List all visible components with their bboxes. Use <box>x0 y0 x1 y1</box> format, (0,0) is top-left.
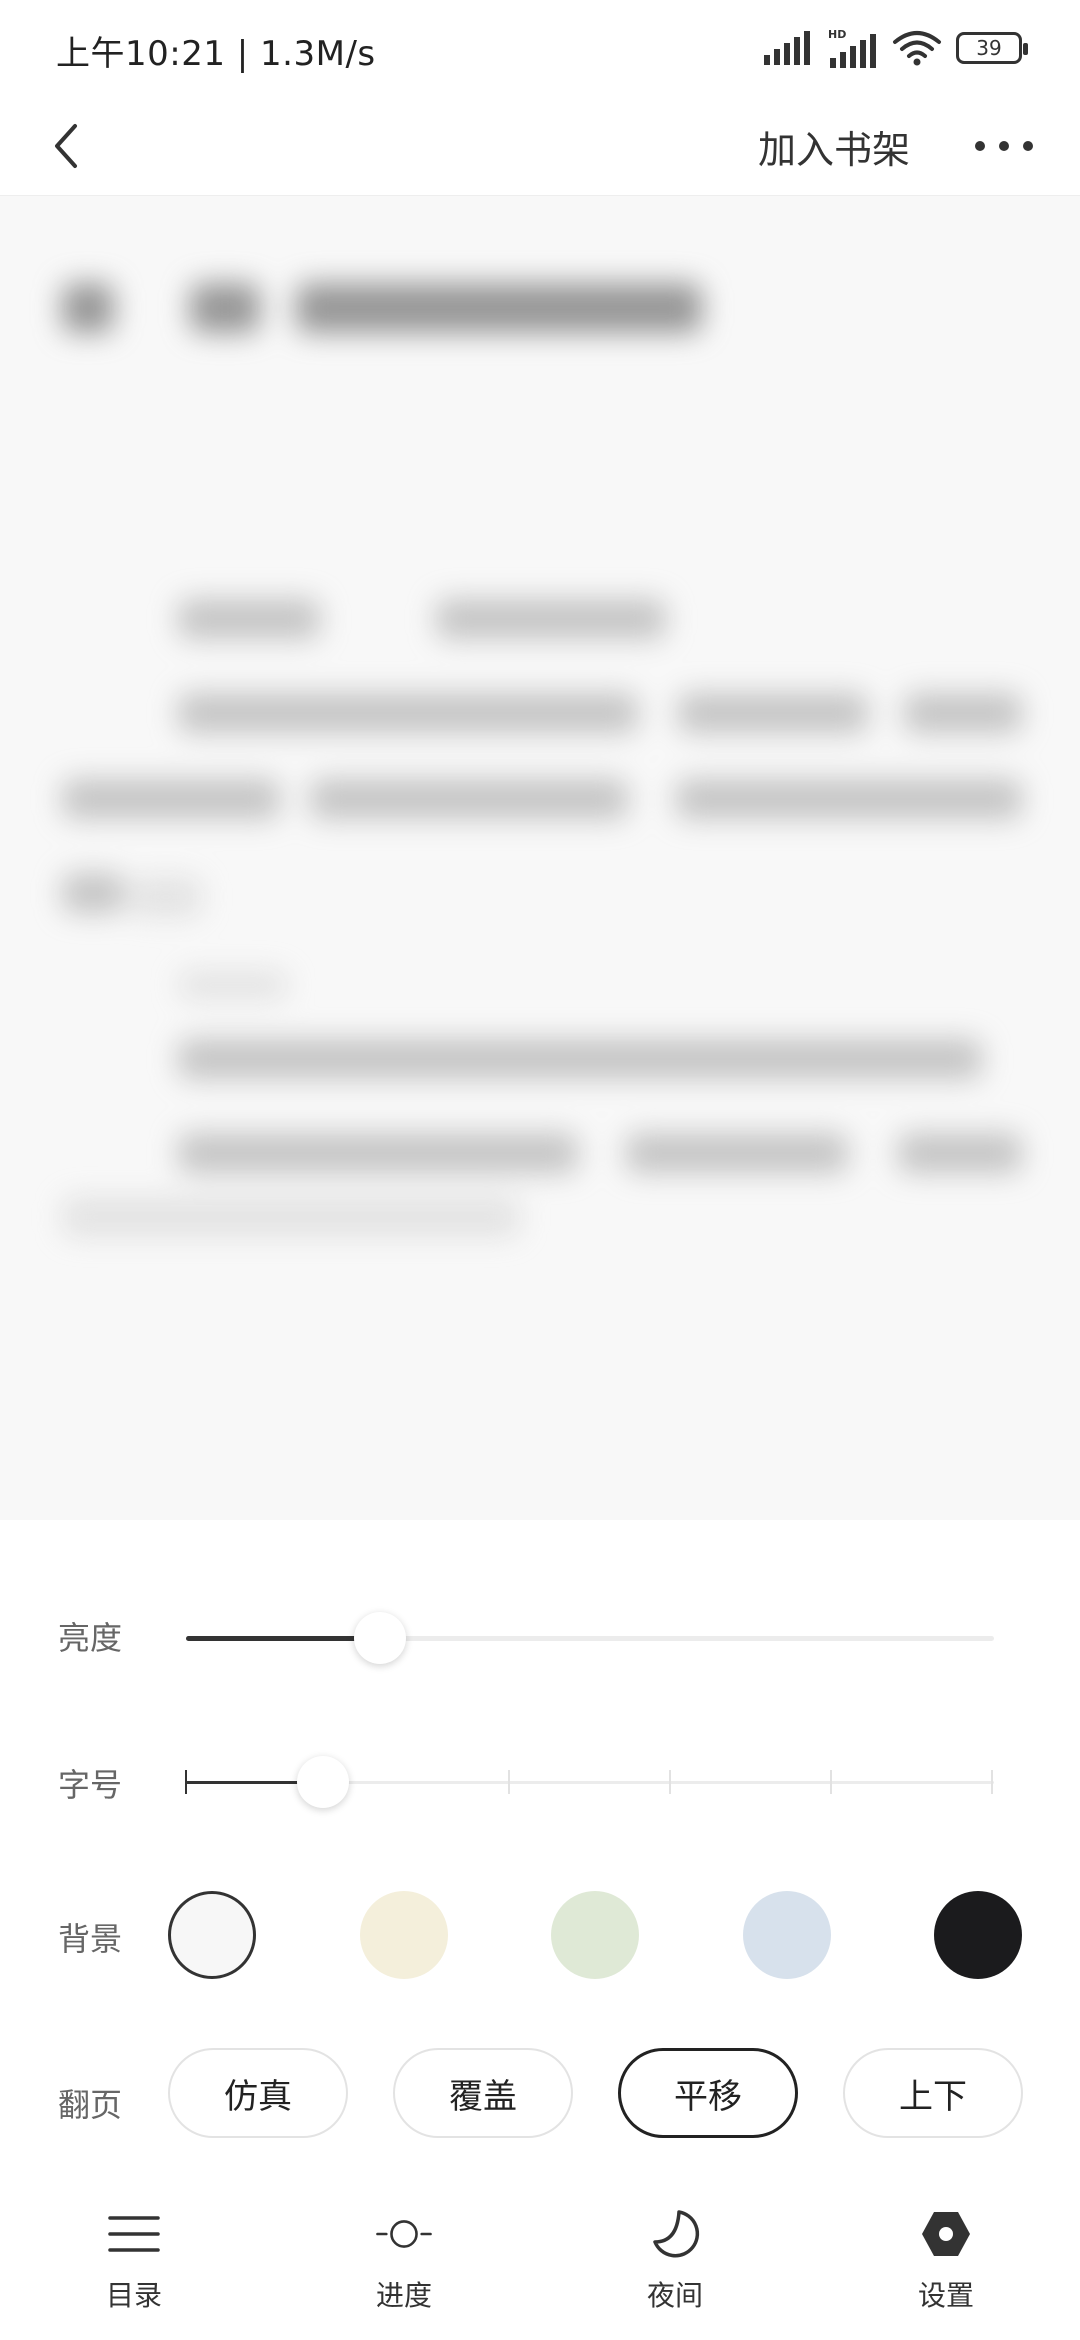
background-swatch-black[interactable] <box>934 1891 1022 1979</box>
background-swatch-green[interactable] <box>551 1891 639 1979</box>
brightness-label: 亮度 <box>58 1619 123 1657</box>
status-time: 上午10:21 | 1.3M/s <box>56 34 376 74</box>
blurred-text <box>0 197 1080 1520</box>
battery-indicator: 39 <box>956 32 1028 64</box>
page-turn-slide-button[interactable]: 平移 <box>618 2048 798 2138</box>
background-swatch-cream[interactable] <box>360 1891 448 1979</box>
nav-item-night-mode[interactable]: 夜间 <box>605 2200 745 2340</box>
nav-label-night: 夜间 <box>646 2279 703 2312</box>
font-size-tick <box>830 1770 832 1794</box>
progress-icon <box>376 2206 432 2262</box>
font-size-tick <box>508 1770 510 1794</box>
nav-label-settings: 设置 <box>917 2279 974 2312</box>
signal-icon <box>764 31 810 65</box>
background-label: 背景 <box>58 1920 123 1958</box>
back-button[interactable] <box>30 110 102 182</box>
wifi-icon <box>893 31 941 66</box>
nav-item-progress[interactable]: 进度 <box>334 2200 474 2340</box>
nav-label-contents: 目录 <box>105 2279 162 2312</box>
reading-content[interactable] <box>0 197 1080 1520</box>
nav-label-progress: 进度 <box>375 2279 432 2312</box>
page-turn-simulation-button[interactable]: 仿真 <box>168 2048 348 2138</box>
add-to-shelf-button[interactable]: 加入书架 <box>758 114 910 178</box>
more-button[interactable] <box>954 114 1054 178</box>
status-bar: 上午10:21 | 1.3M/s HD 39 <box>0 0 1080 96</box>
font-size-label: 字号 <box>58 1766 123 1804</box>
bottom-nav: 目录 进度 夜间 设置 <box>0 2200 1080 2340</box>
settings-icon <box>918 2206 974 2262</box>
nav-item-settings[interactable]: 设置 <box>876 2200 1016 2340</box>
page-turn-cover-button[interactable]: 覆盖 <box>393 2048 573 2138</box>
svg-text:HD: HD <box>828 28 846 41</box>
status-icons: HD 39 <box>764 26 1028 70</box>
menu-icon <box>106 2206 162 2262</box>
brightness-slider-fill <box>186 1636 380 1641</box>
moon-icon <box>647 2206 703 2262</box>
background-swatch-white[interactable] <box>168 1891 256 1979</box>
font-size-tick <box>669 1770 671 1794</box>
brightness-slider-thumb[interactable] <box>353 1612 406 1664</box>
page-turn-scroll-button[interactable]: 上下 <box>843 2048 1023 2138</box>
nav-item-contents[interactable]: 目录 <box>64 2200 204 2340</box>
font-size-tick <box>991 1770 993 1794</box>
background-swatch-blue[interactable] <box>743 1891 831 1979</box>
back-arrow-icon <box>55 124 77 168</box>
page-turn-label: 翻页 <box>58 2086 123 2124</box>
battery-level: 39 <box>976 36 1002 60</box>
font-size-tick <box>185 1770 187 1794</box>
signal-hd-icon: HD <box>828 28 876 68</box>
app-bar: 加入书架 <box>0 96 1080 196</box>
more-dots-icon <box>975 141 1033 151</box>
font-size-slider-thumb[interactable] <box>297 1756 350 1808</box>
